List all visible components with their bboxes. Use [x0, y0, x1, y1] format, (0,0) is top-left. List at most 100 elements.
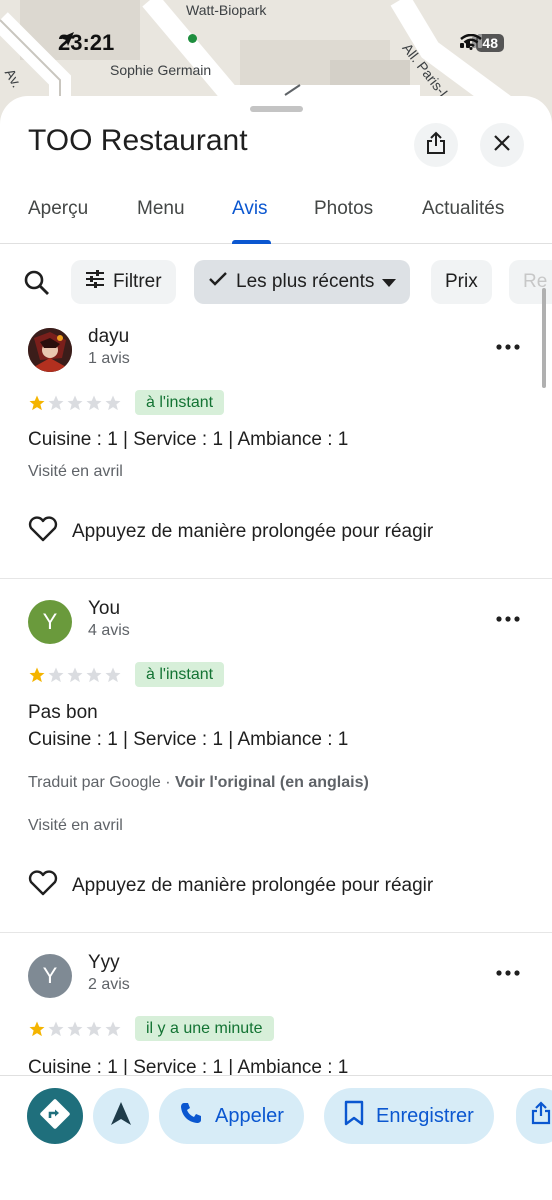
map-poi-dot	[188, 34, 197, 43]
star-icon	[85, 666, 103, 689]
review-filters: Filtrer Les plus récents Prix Re	[0, 260, 552, 306]
reviewer-name[interactable]: dayu	[88, 326, 129, 348]
star-rating	[28, 394, 122, 417]
map-label-watt-biopark: Watt-Biopark	[186, 2, 267, 18]
review-card: Y Yyy 2 avis il y a une minute Cuisine :…	[0, 948, 552, 1078]
tab-photos[interactable]: Photos	[314, 198, 373, 220]
star-icon	[47, 394, 65, 417]
save-label: Enregistrer	[376, 1104, 474, 1127]
call-button[interactable]: Appeler	[159, 1088, 304, 1144]
save-button[interactable]: Enregistrer	[324, 1088, 494, 1144]
sheet-drag-handle[interactable]	[250, 106, 303, 112]
review-time-badge: à l'instant	[135, 390, 225, 415]
avatar-initial: Y	[42, 609, 58, 634]
tab-actualites[interactable]: Actualités	[422, 198, 504, 220]
search-reviews-button[interactable]	[24, 270, 50, 301]
share-icon	[425, 131, 447, 160]
review-more-options-button[interactable]	[494, 332, 522, 360]
reviewer-review-count: 1 avis	[88, 350, 130, 367]
review-time-badge: il y a une minute	[135, 1016, 274, 1041]
sort-chip-label: Les plus récents	[236, 271, 375, 292]
active-tab-indicator	[232, 240, 271, 244]
map-label-sophie-germain: Sophie Germain	[110, 62, 212, 78]
price-chip[interactable]: Prix	[431, 260, 492, 304]
close-icon	[493, 134, 511, 157]
avatar-image-icon	[28, 328, 72, 372]
search-icon	[24, 270, 50, 300]
heart-icon	[28, 870, 58, 902]
navigation-arrow-icon	[110, 1101, 132, 1132]
dropdown-arrow-icon	[382, 271, 397, 293]
more-vert-icon	[496, 609, 520, 627]
star-icon	[47, 666, 65, 689]
price-chip-label: Prix	[445, 271, 478, 292]
reviewer-name[interactable]: Yyy	[88, 952, 120, 974]
star-rating	[28, 1020, 122, 1043]
tab-avis[interactable]: Avis	[232, 198, 268, 220]
close-button[interactable]	[480, 123, 524, 167]
avatar[interactable]	[28, 328, 72, 372]
action-bar: Appeler Enregistrer	[0, 1075, 552, 1200]
star-icon	[104, 394, 122, 417]
review-text: Pas bon	[28, 702, 98, 723]
react-button[interactable]: Appuyez de manière prolongée pour réagir	[28, 870, 433, 902]
review-divider	[0, 578, 552, 579]
filter-chip[interactable]: Filtrer	[71, 260, 176, 304]
avatar[interactable]: Y	[28, 600, 72, 644]
place-title: TOO Restaurant	[28, 124, 248, 157]
avatar[interactable]: Y	[28, 954, 72, 998]
tab-apercu[interactable]: Aperçu	[28, 198, 88, 220]
star-icon	[28, 394, 46, 417]
react-label: Appuyez de manière prolongée pour réagir	[72, 875, 434, 896]
star-icon	[28, 1020, 46, 1043]
tune-icon	[85, 270, 105, 294]
tab-menu[interactable]: Menu	[137, 198, 185, 220]
share-action-button[interactable]	[516, 1088, 552, 1144]
react-label: Appuyez de manière prolongée pour réagir	[72, 521, 434, 542]
star-icon	[104, 1020, 122, 1043]
star-icon	[66, 1020, 84, 1043]
translation-note: Traduit par Google · Voir l'original (en…	[28, 774, 369, 792]
place-sheet: TOO Restaurant Aperçu Menu Avis Photos A…	[0, 96, 552, 1200]
status-bar-indicators: 48	[460, 34, 504, 52]
directions-button[interactable]	[27, 1088, 83, 1144]
check-icon	[208, 271, 228, 293]
review-more-options-button[interactable]	[494, 958, 522, 986]
share-button[interactable]	[414, 123, 458, 167]
react-button[interactable]: Appuyez de manière prolongée pour réagir	[28, 516, 433, 548]
filter-chip-label: Filtrer	[113, 271, 162, 292]
review-visited-date: Visité en avril	[28, 817, 123, 834]
reviewer-review-count: 4 avis	[88, 622, 130, 639]
star-rating	[28, 666, 122, 689]
heart-icon	[28, 516, 58, 548]
bookmark-icon	[344, 1100, 364, 1132]
reviewer-review-count: 2 avis	[88, 976, 130, 993]
review-card: Y You 4 avis à l'instant Pas bon Cuisine…	[0, 594, 552, 932]
see-original-link[interactable]: Voir l'original (en anglais)	[175, 774, 369, 791]
star-icon	[85, 394, 103, 417]
place-tabs: Aperçu Menu Avis Photos Actualités	[0, 192, 552, 244]
star-icon	[104, 666, 122, 689]
star-icon	[66, 666, 84, 689]
status-bar-clock: 23:21	[58, 30, 120, 56]
share-icon	[530, 1101, 552, 1131]
review-more-options-button[interactable]	[494, 604, 522, 632]
reviewer-name[interactable]: You	[88, 598, 120, 620]
translation-prefix: Traduit par Google ·	[28, 774, 176, 791]
sort-chip[interactable]: Les plus récents	[194, 260, 411, 304]
star-icon	[47, 1020, 65, 1043]
avatar-initial: Y	[42, 963, 58, 988]
directions-icon	[40, 1098, 70, 1134]
star-icon	[85, 1020, 103, 1043]
star-icon	[28, 666, 46, 689]
review-card: dayu 1 avis à l'instant Cuisine : 1 | Se…	[0, 322, 552, 578]
start-navigation-button[interactable]	[93, 1088, 149, 1144]
review-time-badge: à l'instant	[135, 662, 225, 687]
call-label: Appeler	[215, 1104, 284, 1127]
more-vert-icon	[496, 337, 520, 355]
review-ratings-line: Cuisine : 1 | Service : 1 | Ambiance : 1	[28, 729, 349, 750]
review-divider	[0, 932, 552, 933]
review-ratings-line: Cuisine : 1 | Service : 1 | Ambiance : 1	[28, 429, 349, 450]
star-icon	[66, 394, 84, 417]
phone-icon	[179, 1101, 203, 1131]
